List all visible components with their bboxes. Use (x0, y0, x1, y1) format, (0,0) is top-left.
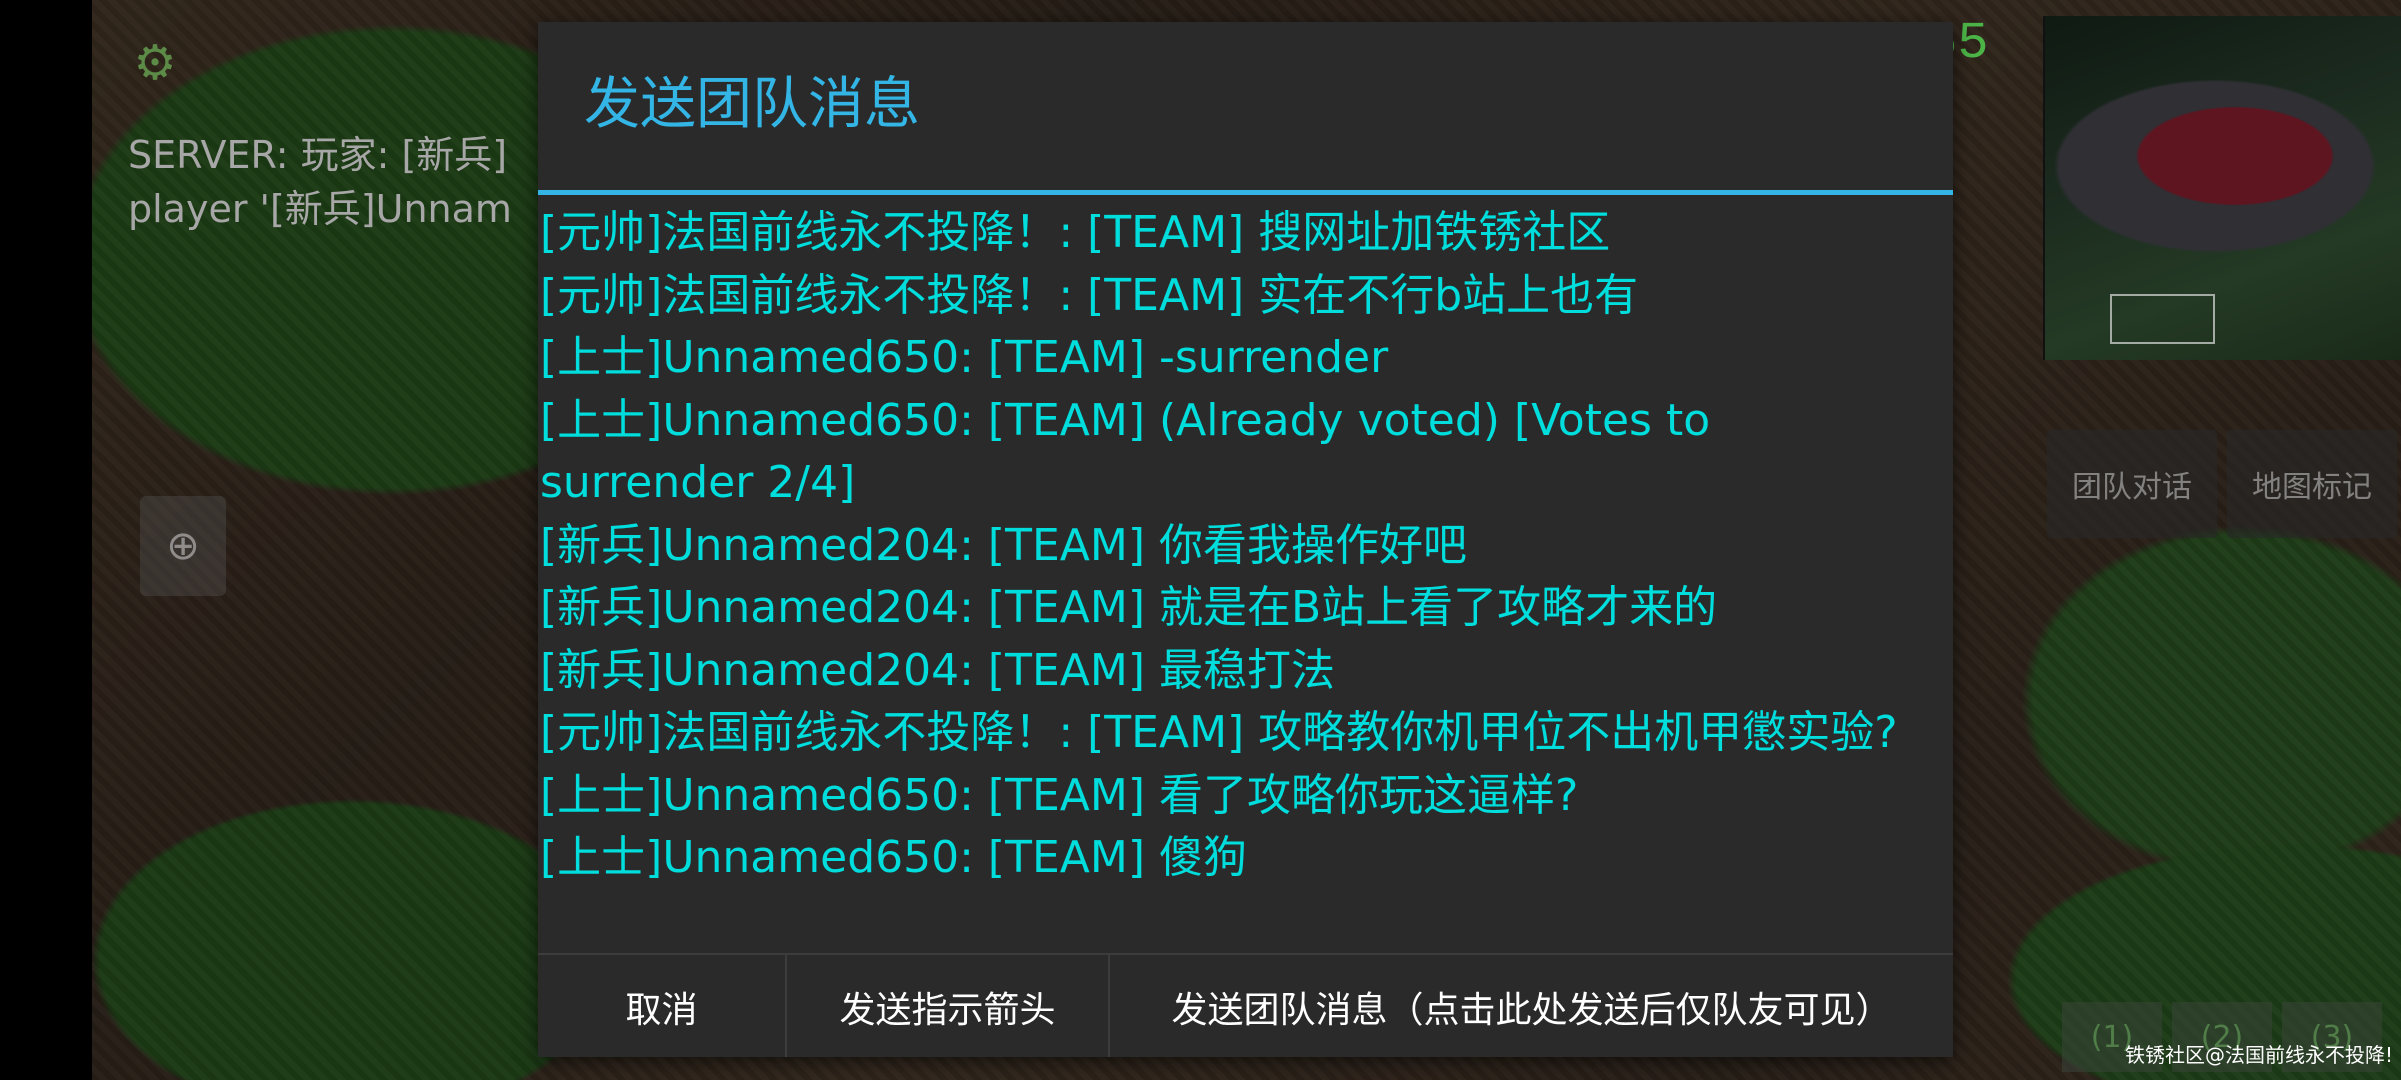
team-message-dialog: 发送团队消息 [元帅]法国前线永不投降！: [TEAM] 搜网址加铁锈社区 [元… (538, 22, 1953, 1057)
chat-message: [元帅]法国前线永不投降！: [TEAM] 实在不行b站上也有 (540, 269, 1639, 321)
chat-message: [新兵]Unnamed204: [TEAM] 你看我操作好吧 (540, 519, 1467, 571)
watermark: 铁锈社区@法国前线永不投降! (2124, 1043, 2393, 1067)
send-team-message-button[interactable]: 发送团队消息（点击此处发送后仅队友可见） (1110, 955, 1953, 1057)
server-log-line: player '[新兵]Unnam (128, 187, 512, 231)
zoom-icon: ⊕ (166, 523, 200, 569)
dialog-title: 发送团队消息 (584, 72, 920, 137)
chat-message: [上士]Unnamed650: [TEAM] 傻狗 (540, 832, 1247, 883)
server-log: SERVER: 玩家: [新兵] player '[新兵]Unnam (128, 128, 548, 236)
chat-message: [新兵]Unnamed204: [TEAM] 最稳打法 (540, 644, 1335, 696)
message-list[interactable]: [元帅]法国前线永不投降！: [TEAM] 搜网址加铁锈社区 [元帅]法国前线永… (538, 197, 1953, 953)
title-divider (538, 190, 1953, 195)
chat-message: [元帅]法国前线永不投降！: [TEAM] 搜网址加铁锈社区 (540, 207, 1611, 258)
dialog-button-bar: 取消 发送指示箭头 发送团队消息（点击此处发送后仅队友可见） (538, 953, 1953, 1057)
minimap-viewport[interactable] (2110, 294, 2215, 344)
gear-icon[interactable]: ⚙ (130, 38, 180, 88)
cancel-button[interactable]: 取消 (538, 955, 787, 1057)
chat-message: [上士]Unnamed650: [TEAM] 看了攻略你玩这逼样? (540, 769, 1579, 821)
chat-message: [元帅]法国前线永不投降！: [TEAM] 攻略教你机甲位不出机甲懲实验? (540, 707, 1898, 758)
server-log-line: SERVER: 玩家: [新兵] (128, 133, 508, 177)
chat-message: [新兵]Unnamed204: [TEAM] 就是在B站上看了攻略才来的 (540, 582, 1718, 633)
send-arrow-button[interactable]: 发送指示箭头 (787, 955, 1110, 1057)
minimap[interactable] (2043, 16, 2401, 360)
chat-message: [上士]Unnamed650: [TEAM] -surrender (540, 332, 1389, 383)
team-chat-button[interactable]: 团队对话 (2047, 430, 2217, 538)
chat-message: [上士]Unnamed650: [TEAM] (Already voted) [… (540, 394, 1711, 509)
zoom-control[interactable]: ⊕ (140, 496, 226, 596)
map-marker-button[interactable]: 地图标记 (2227, 430, 2397, 538)
